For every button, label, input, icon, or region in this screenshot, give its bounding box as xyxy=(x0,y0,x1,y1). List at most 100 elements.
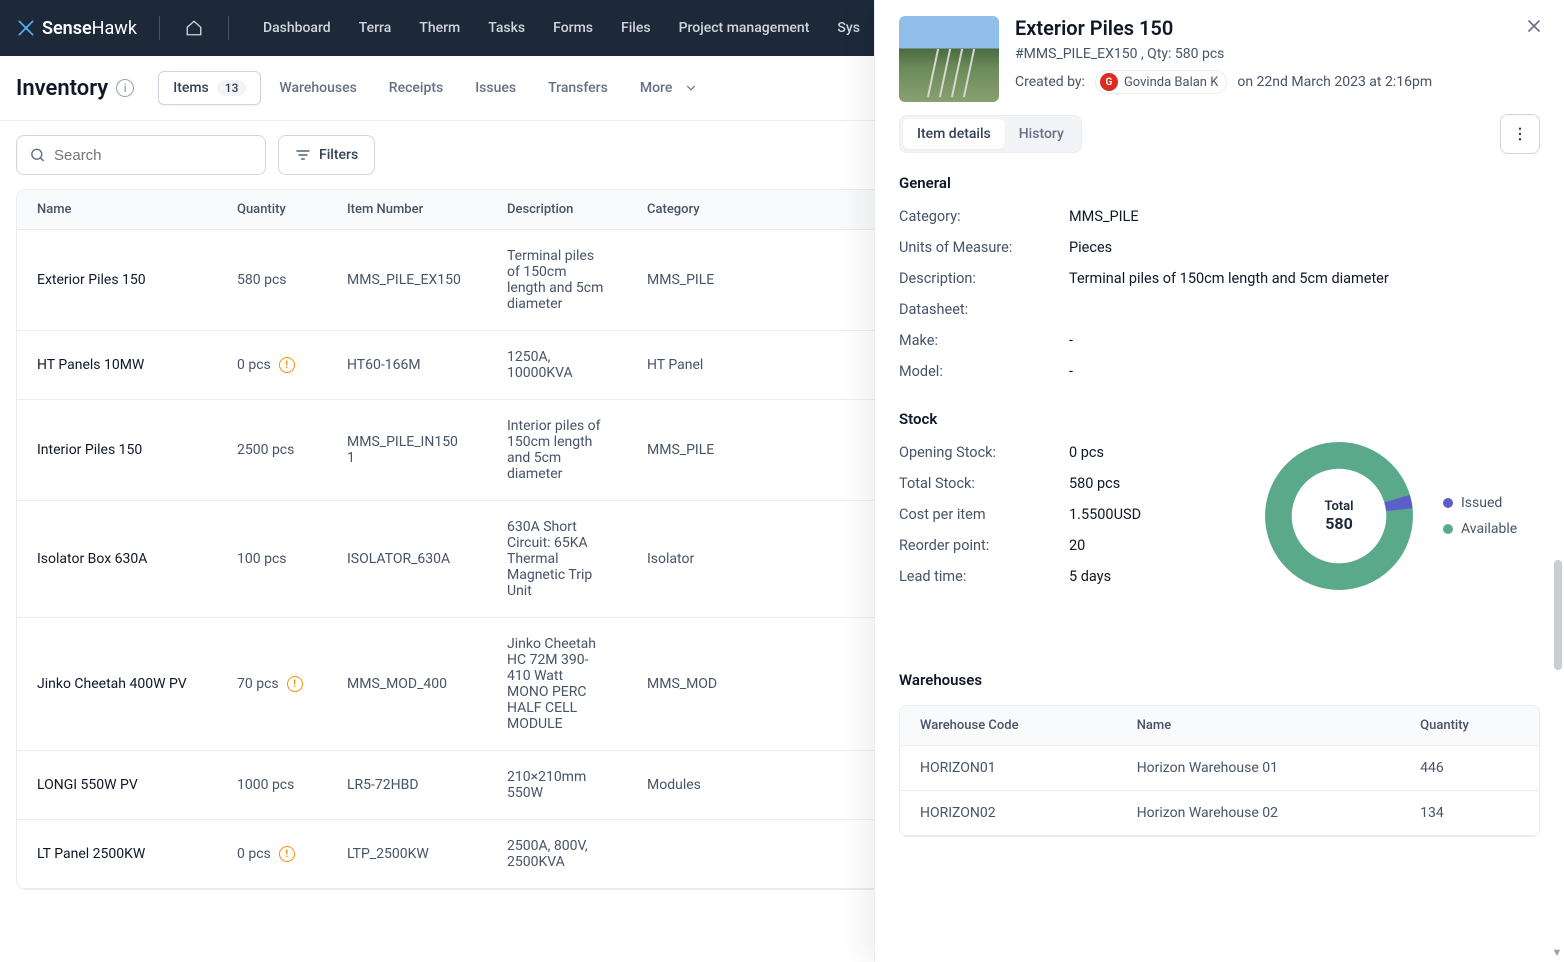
chart-legend: Issued Available xyxy=(1443,495,1517,537)
tab-history[interactable]: History xyxy=(1005,119,1078,149)
tab-item-details[interactable]: Item details xyxy=(903,119,1005,149)
wh-col-qty[interactable]: Quantity xyxy=(1400,706,1539,746)
col-name[interactable]: Name xyxy=(17,190,217,230)
col-description[interactable]: Description xyxy=(487,190,627,230)
tab-warehouses[interactable]: Warehouses xyxy=(265,71,370,105)
legend-dot-issued xyxy=(1443,498,1453,508)
cell-item-number: LR5-72HBD xyxy=(327,751,487,820)
cell-name: LONGI 550W PV xyxy=(17,751,217,820)
detail-tab-segment: Item details History xyxy=(899,115,1082,153)
cell-item-number: MMS_PILE_IN150 1 xyxy=(327,400,487,501)
cell-description: 630A Short Circuit: 65KA Thermal Magneti… xyxy=(487,501,627,618)
cell-wh-qty: 446 xyxy=(1400,746,1539,791)
creator-chip[interactable]: G Govinda Balan K xyxy=(1095,70,1227,94)
cell-name: Exterior Piles 150 xyxy=(17,230,217,331)
close-button[interactable] xyxy=(1524,16,1544,36)
cell-quantity: 70 pcs! xyxy=(217,618,327,751)
tab-receipts[interactable]: Receipts xyxy=(375,71,457,105)
nav-system[interactable]: Sys xyxy=(825,12,872,44)
panel-header: Exterior Piles 150 #MMS_PILE_EX150 , Qty… xyxy=(875,0,1564,114)
nav-dashboard[interactable]: Dashboard xyxy=(251,12,343,44)
search-box[interactable] xyxy=(16,135,266,175)
stock-row: Opening Stock:0 pcs Total Stock:580 pcs … xyxy=(899,444,1540,615)
filter-icon xyxy=(295,147,311,163)
brand-name-2: Hawk xyxy=(92,18,137,39)
cell-description: 210×210mm 550W xyxy=(487,751,627,820)
chevron-down-icon xyxy=(684,81,698,95)
cell-wh-name: Horizon Warehouse 01 xyxy=(1117,746,1400,791)
cell-quantity: 1000 pcs xyxy=(217,751,327,820)
tab-transfers[interactable]: Transfers xyxy=(534,71,622,105)
cell-item-number: MMS_MOD_400 xyxy=(327,618,487,751)
scroll-down-arrow[interactable]: ▼ xyxy=(1550,946,1564,960)
cell-description: Terminal piles of 150cm length and 5cm d… xyxy=(487,230,627,331)
cell-quantity: 0 pcs! xyxy=(217,820,327,889)
cell-wh-code: HORIZON02 xyxy=(900,791,1117,836)
general-kv: Category:MMS_PILE Units of Measure:Piece… xyxy=(899,208,1540,380)
cell-quantity: 100 pcs xyxy=(217,501,327,618)
nav-items: Dashboard Terra Therm Tasks Forms Files … xyxy=(251,12,872,44)
nav-files[interactable]: Files xyxy=(609,12,663,44)
scrollbar-thumb[interactable] xyxy=(1554,560,1562,670)
cell-description: 2500A, 800V, 2500KVA xyxy=(487,820,627,889)
detail-subtitle: #MMS_PILE_EX150 , Qty: 580 pcs xyxy=(1015,46,1540,62)
item-thumbnail xyxy=(899,16,999,102)
page-title: Inventory i xyxy=(16,76,134,101)
cell-item-number: MMS_PILE_EX150 xyxy=(327,230,487,331)
cell-quantity: 2500 pcs xyxy=(217,400,327,501)
nav-tasks[interactable]: Tasks xyxy=(476,12,537,44)
brand-mark-icon xyxy=(16,18,36,38)
col-item-number[interactable]: Item Number xyxy=(327,190,487,230)
filters-button[interactable]: Filters xyxy=(278,135,375,175)
tab-items[interactable]: Items 13 xyxy=(158,71,261,105)
cell-quantity: 0 pcs! xyxy=(217,331,327,400)
more-actions-button[interactable] xyxy=(1500,114,1540,154)
nav-project-management[interactable]: Project management xyxy=(667,12,822,44)
home-button[interactable] xyxy=(178,12,210,44)
cell-name: HT Panels 10MW xyxy=(17,331,217,400)
col-quantity[interactable]: Quantity xyxy=(217,190,327,230)
item-detail-panel: Exterior Piles 150 #MMS_PILE_EX150 , Qty… xyxy=(874,0,1564,962)
avatar: G xyxy=(1100,73,1118,91)
tab-issues[interactable]: Issues xyxy=(461,71,530,105)
nav-therm[interactable]: Therm xyxy=(407,12,472,44)
nav-forms[interactable]: Forms xyxy=(541,12,605,44)
cell-quantity: 580 pcs xyxy=(217,230,327,331)
cell-description: 1250A, 10000KVA xyxy=(487,331,627,400)
detail-meta: Created by: G Govinda Balan K on 22nd Ma… xyxy=(1015,70,1540,94)
wh-col-name[interactable]: Name xyxy=(1117,706,1400,746)
cell-name: Isolator Box 630A xyxy=(17,501,217,618)
table-row[interactable]: HORIZON02 Horizon Warehouse 02 134 xyxy=(900,791,1539,836)
cell-name: Interior Piles 150 xyxy=(17,400,217,501)
donut-center: Total 580 xyxy=(1259,436,1419,596)
cell-item-number: HT60-166M xyxy=(327,331,487,400)
warning-icon: ! xyxy=(287,676,303,692)
panel-body[interactable]: General Category:MMS_PILE Units of Measu… xyxy=(875,168,1564,962)
cell-item-number: ISOLATOR_630A xyxy=(327,501,487,618)
wh-col-code[interactable]: Warehouse Code xyxy=(900,706,1117,746)
tab-more[interactable]: More xyxy=(626,71,713,105)
home-icon xyxy=(185,19,203,37)
stock-chart: Total 580 Issued Available xyxy=(1259,436,1517,596)
cell-name: LT Panel 2500KW xyxy=(17,820,217,889)
cell-description: Interior piles of 150cm length and 5cm d… xyxy=(487,400,627,501)
section-warehouses: Warehouses xyxy=(899,671,1540,689)
inventory-tabs: Items 13 Warehouses Receipts Issues Tran… xyxy=(158,71,712,105)
panel-tabs-row: Item details History xyxy=(875,114,1564,168)
section-stock: Stock xyxy=(899,410,1540,428)
kebab-icon xyxy=(1511,125,1529,143)
nav-divider xyxy=(228,16,229,40)
nav-terra[interactable]: Terra xyxy=(347,12,404,44)
detail-title: Exterior Piles 150 xyxy=(1015,16,1540,40)
cell-name: Jinko Cheetah 400W PV xyxy=(17,618,217,751)
stock-kv: Opening Stock:0 pcs Total Stock:580 pcs … xyxy=(899,444,1229,585)
info-icon[interactable]: i xyxy=(116,79,134,97)
donut-chart: Total 580 xyxy=(1259,436,1419,596)
warning-icon: ! xyxy=(279,846,295,862)
cell-description: Jinko Cheetah HC 72M 390-410 Watt MONO P… xyxy=(487,618,627,751)
table-row[interactable]: HORIZON01 Horizon Warehouse 01 446 xyxy=(900,746,1539,791)
search-input[interactable] xyxy=(54,147,253,164)
brand-logo[interactable]: SenseHawk xyxy=(16,18,137,39)
close-icon xyxy=(1524,16,1544,36)
search-icon xyxy=(29,146,46,164)
